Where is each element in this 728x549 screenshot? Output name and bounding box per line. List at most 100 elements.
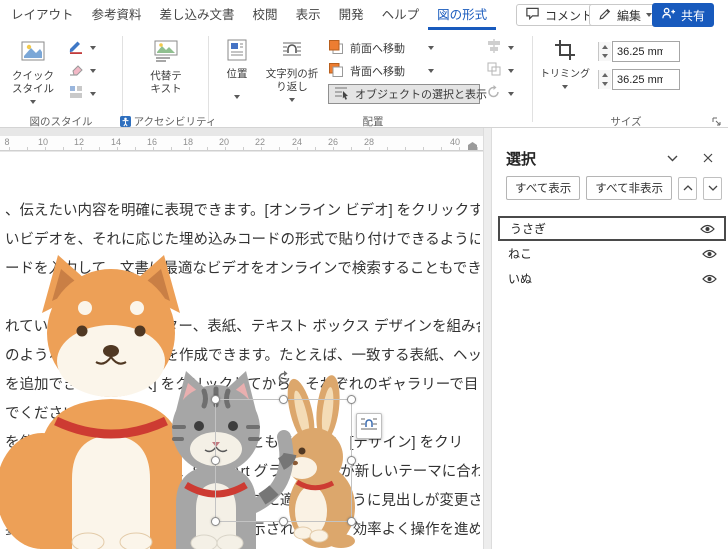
document-workspace: 8 10 12 14 16 18 20 22 24 26 28 40 、伝えたい… xyxy=(0,128,728,549)
indent-marker[interactable] xyxy=(468,142,477,150)
height-spinner[interactable] xyxy=(598,42,611,61)
selection-item-dog[interactable]: いぬ xyxy=(498,266,726,291)
eraser-icon xyxy=(68,61,84,82)
move-down-button[interactable] xyxy=(703,176,722,200)
send-backward-label: 背面へ移動 xyxy=(350,66,405,78)
send-backward-button[interactable]: 背面へ移動 xyxy=(328,61,434,81)
picture-border-button[interactable] xyxy=(68,38,118,58)
rotate-handle[interactable] xyxy=(276,370,292,386)
share-button[interactable]: 共有 xyxy=(652,3,715,27)
crop-button[interactable]: トリミング xyxy=(538,36,592,112)
spin-down-icon[interactable] xyxy=(599,79,611,89)
align-objects-button[interactable] xyxy=(486,38,526,58)
selection-item-rabbit[interactable]: うさぎ xyxy=(498,216,726,241)
resize-handle-top[interactable] xyxy=(279,395,288,404)
tab-mailings[interactable]: 差し込み文書 xyxy=(151,0,244,30)
tab-view[interactable]: 表示 xyxy=(287,0,330,30)
align-icon xyxy=(486,38,502,59)
resize-handle-bottom-left[interactable] xyxy=(211,517,220,526)
pane-close-icon[interactable] xyxy=(698,148,718,168)
shape-width-input[interactable] xyxy=(612,69,680,90)
rotate-objects-button[interactable] xyxy=(486,84,526,104)
rotate-icon xyxy=(486,84,502,105)
spin-up-icon[interactable] xyxy=(599,42,611,52)
picture-layout-button[interactable] xyxy=(68,84,118,104)
tab-layout[interactable]: レイアウト xyxy=(2,0,83,30)
resize-handle-top-left[interactable] xyxy=(211,395,220,404)
resize-handle-right[interactable] xyxy=(347,456,356,465)
tab-picture-format[interactable]: 図の形式 xyxy=(428,0,496,30)
crop-icon xyxy=(538,38,592,65)
group-objects-button[interactable] xyxy=(486,61,526,81)
visibility-eye-icon[interactable] xyxy=(702,274,717,284)
chevron-down-icon xyxy=(508,46,514,50)
group-objects-icon xyxy=(486,61,502,82)
bring-forward-label: 前面へ移動 xyxy=(350,43,405,55)
visibility-eye-icon[interactable] xyxy=(700,224,715,234)
ruler-number: 20 xyxy=(218,137,229,147)
wrap-text-button[interactable]: 文字列の折 り返し xyxy=(262,36,322,112)
chevron-down-icon xyxy=(90,92,96,96)
dog-image[interactable] xyxy=(0,255,182,549)
resize-handle-left[interactable] xyxy=(211,456,220,465)
picture-border-icon xyxy=(68,38,84,59)
ruler-number: 40 xyxy=(449,137,460,147)
chevron-down-icon xyxy=(234,95,240,99)
position-icon xyxy=(214,38,260,65)
selection-pane-icon xyxy=(333,85,349,104)
group-divider xyxy=(532,36,533,122)
send-backward-icon xyxy=(328,62,344,81)
editing-mode-button[interactable]: 編集 xyxy=(589,4,662,26)
show-all-button[interactable]: すべて表示 xyxy=(506,176,581,200)
share-label: 共有 xyxy=(681,8,706,23)
selection-pane-button[interactable]: オブジェクトの選択と表示 xyxy=(328,84,487,104)
word-window: レイアウト 参考資料 差し込み文書 校閲 表示 開発 ヘルプ 図の形式 コメント… xyxy=(0,0,728,549)
quick-styles-button[interactable]: クイック スタイル xyxy=(4,36,62,112)
object-selection-box xyxy=(211,370,356,526)
document-page[interactable]: 、伝えたい内容を明確に表現できます。[オンライン ビデオ] をクリックす いビデ… xyxy=(0,152,483,549)
position-button[interactable]: 位置 xyxy=(214,36,260,112)
tab-developer[interactable]: 開発 xyxy=(330,0,373,30)
selection-pane-title: 選択 xyxy=(506,150,537,168)
tab-references[interactable]: 参考資料 xyxy=(83,0,151,30)
resize-handle-bottom[interactable] xyxy=(279,517,288,526)
move-up-button[interactable] xyxy=(678,176,697,200)
picture-effects-button[interactable] xyxy=(68,61,118,81)
vertical-scrollbar[interactable] xyxy=(483,128,492,549)
ruler-number: 14 xyxy=(110,137,121,147)
bring-forward-button[interactable]: 前面へ移動 xyxy=(328,38,434,58)
spin-down-icon[interactable] xyxy=(599,51,611,61)
selection-pane-header: 選択 xyxy=(506,148,718,168)
chevron-down-icon xyxy=(90,69,96,73)
spin-up-icon[interactable] xyxy=(599,70,611,80)
selection-pane-buttons: すべて表示 すべて非表示 xyxy=(506,176,722,200)
quick-styles-label-2: スタイル xyxy=(12,83,54,95)
selection-item-cat[interactable]: ねこ xyxy=(498,241,726,266)
group-label-picture-styles: 図のスタイル xyxy=(29,116,93,128)
crop-label: トリミング xyxy=(540,69,590,80)
wrap-text-icon xyxy=(262,38,322,65)
width-spinner[interactable] xyxy=(598,70,611,89)
alt-text-label-2: キスト xyxy=(150,83,182,95)
quick-styles-label-1: クイック xyxy=(12,70,54,82)
resize-handle-bottom-right[interactable] xyxy=(347,517,356,526)
layout-options-button[interactable] xyxy=(356,413,382,439)
chevron-down-icon xyxy=(562,85,568,90)
ruler-number: 24 xyxy=(291,137,302,147)
ribbon: クイック スタイル 図のスタイル 代替テ キスト アクセシビリティ 位置 文字列… xyxy=(0,30,728,128)
ruler-number: 16 xyxy=(146,137,157,147)
chevron-down-icon xyxy=(508,92,514,96)
selection-pane-label: オブジェクトの選択と表示 xyxy=(355,89,487,101)
hide-all-button[interactable]: すべて非表示 xyxy=(586,176,672,200)
visibility-eye-icon[interactable] xyxy=(702,249,717,259)
resize-handle-top-right[interactable] xyxy=(347,395,356,404)
tab-help[interactable]: ヘルプ xyxy=(373,0,429,30)
alt-text-button[interactable]: 代替テ キスト xyxy=(128,36,204,112)
pane-chevron-down-icon[interactable] xyxy=(662,148,682,168)
selection-pane: 選択 すべて表示 すべて非表示 うさぎ ねこ いぬ xyxy=(492,128,728,549)
tab-review[interactable]: 校閲 xyxy=(244,0,287,30)
chevron-down-icon xyxy=(90,46,96,50)
shape-height-input[interactable] xyxy=(612,41,680,62)
bring-forward-icon xyxy=(328,39,344,58)
ribbon-tab-bar: レイアウト 参考資料 差し込み文書 校閲 表示 開発 ヘルプ 図の形式 コメント… xyxy=(0,0,728,30)
